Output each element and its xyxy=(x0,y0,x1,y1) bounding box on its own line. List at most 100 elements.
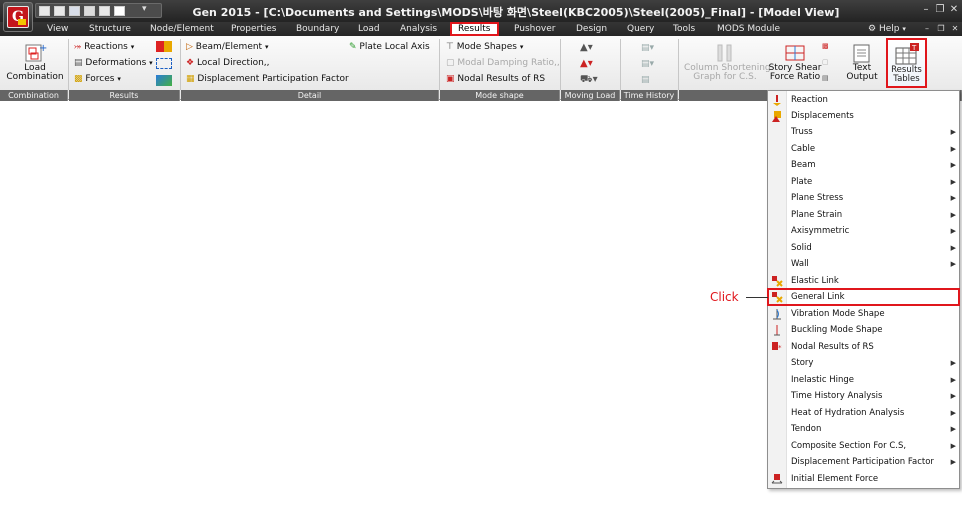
menu-item-truss[interactable]: Truss ▶ xyxy=(768,124,959,140)
menu-item-beam[interactable]: Beam ▶ xyxy=(768,157,959,173)
deformations-button[interactable]: ▤ Deformations ▾ xyxy=(74,58,153,69)
nodal-rs-ribbon-icon: ▣ xyxy=(446,74,455,84)
menu-item-heat-of-hydration-analysis[interactable]: Heat of Hydration Analysis ▶ xyxy=(768,405,959,421)
menu-item-displacement-participation-factor[interactable]: Displacement Participation Factor ▶ xyxy=(768,454,959,470)
menu-item-displacements[interactable]: Displacements xyxy=(768,108,959,124)
menu-mods-module[interactable]: MODS Module xyxy=(717,23,780,35)
text-output-icon xyxy=(853,44,870,63)
menu-results[interactable]: Results xyxy=(450,22,499,36)
menu-properties[interactable]: Properties xyxy=(231,23,276,35)
menu-item-plane-stress[interactable]: Plane Stress ▶ xyxy=(768,190,959,206)
menu-item-label: Wall xyxy=(791,259,809,269)
help-menu[interactable]: ⚙ Help ▾ xyxy=(868,23,906,35)
moving-load-vehicle-icon[interactable]: ⛟▾ xyxy=(580,74,598,85)
menu-tools[interactable]: Tools xyxy=(673,23,695,35)
misc-small-icon-3[interactable]: ▤ xyxy=(822,74,834,85)
menu-item-nodal-results-of-rs[interactable]: * Nodal Results of RS xyxy=(768,339,959,355)
menu-item-plate[interactable]: Plate ▶ xyxy=(768,174,959,190)
dropdown-icon[interactable]: ▾ xyxy=(142,4,147,14)
menu-item-composite-section[interactable]: Composite Section For C.S, ▶ xyxy=(768,438,959,454)
column-shortening-button[interactable]: Column Shortening Graph for C.S. xyxy=(684,42,771,88)
menu-item-label: Plate xyxy=(791,177,813,187)
doc-minimize-icon[interactable]: – xyxy=(922,24,932,34)
beam-diagrams-icon[interactable] xyxy=(156,58,172,69)
reactions-button[interactable]: ⤖ Reactions ▾ xyxy=(74,42,134,53)
app-logo[interactable]: G xyxy=(3,2,33,32)
deformations-label: Deformations xyxy=(85,58,147,68)
menu-item-solid[interactable]: Solid ▶ xyxy=(768,240,959,256)
menu-item-reaction[interactable]: Reaction xyxy=(768,92,959,108)
load-combination-icon: + xyxy=(25,43,47,62)
contour-icon[interactable] xyxy=(156,75,172,86)
story-shear-force-ratio-button[interactable]: Story Shear Force Ratio xyxy=(768,42,822,88)
moving-load-influence-icon[interactable]: ▲▾ xyxy=(580,58,598,69)
menu-item-general-link[interactable]: General Link xyxy=(767,288,960,306)
menu-item-inelastic-hinge[interactable]: Inelastic Hinge ▶ xyxy=(768,372,959,388)
nodal-results-of-rs-button[interactable]: ▣ Nodal Results of RS xyxy=(446,74,545,85)
menu-item-label: Reaction xyxy=(791,95,828,105)
mode-shapes-button[interactable]: ⊤ Mode Shapes ▾ xyxy=(446,42,523,53)
menu-item-wall[interactable]: Wall ▶ xyxy=(768,256,959,272)
modal-damping-ratio-button[interactable]: ▢ Modal Damping Ratio,, xyxy=(446,58,560,69)
elastic-link-icon xyxy=(771,275,783,287)
submenu-arrow-icon: ▶ xyxy=(950,194,956,202)
menu-item-buckling-mode-shape[interactable]: Buckling Mode Shape xyxy=(768,322,959,338)
page-icon[interactable] xyxy=(114,6,125,16)
menu-item-vibration-mode-shape[interactable]: Vibration Mode Shape xyxy=(768,306,959,322)
menu-item-label: Initial Element Force xyxy=(791,474,879,484)
menu-item-plane-strain[interactable]: Plane Strain ▶ xyxy=(768,207,959,223)
print-icon[interactable] xyxy=(84,6,95,16)
open-icon[interactable] xyxy=(39,6,50,16)
title-bar: ▾ Gen 2015 - [C:\Documents and Settings\… xyxy=(0,0,962,22)
close-icon[interactable]: ✕ xyxy=(949,5,959,15)
save-icon[interactable] xyxy=(69,6,80,16)
menu-item-tendon[interactable]: Tendon ▶ xyxy=(768,421,959,437)
svg-text:T: T xyxy=(911,44,917,52)
local-direction-button[interactable]: ❖ Local Direction,, xyxy=(186,58,270,69)
menu-node-element[interactable]: Node/Element xyxy=(150,23,214,35)
doc-restore-icon[interactable]: ❐ xyxy=(936,24,946,34)
time-history-function-icon[interactable]: ▤ xyxy=(641,75,659,85)
menu-item-label: General Link xyxy=(791,292,845,302)
minimize-icon[interactable]: – xyxy=(921,5,931,15)
print-preview-icon[interactable] xyxy=(99,6,110,16)
stresses-icon[interactable] xyxy=(156,41,172,52)
menu-pushover[interactable]: Pushover xyxy=(514,23,555,35)
menu-view[interactable]: View xyxy=(47,23,68,35)
misc-small-icon-2[interactable]: ▢ xyxy=(822,58,834,69)
menu-query[interactable]: Query xyxy=(627,23,654,35)
menu-boundary[interactable]: Boundary xyxy=(296,23,339,35)
new-icon[interactable] xyxy=(54,6,65,16)
menu-item-cable[interactable]: Cable ▶ xyxy=(768,141,959,157)
text-output-button[interactable]: Text Output xyxy=(843,42,881,88)
caret-icon: ▾ xyxy=(130,43,135,51)
time-history-text-icon[interactable]: ▤▾ xyxy=(641,59,659,69)
menu-item-elastic-link[interactable]: Elastic Link xyxy=(768,273,959,289)
load-combination-button[interactable]: + Load Combination xyxy=(4,42,66,86)
menu-item-time-history-analysis[interactable]: Time History Analysis ▶ xyxy=(768,388,959,404)
displacement-pf-label: Displacement Participation Factor xyxy=(197,74,349,84)
menu-structure[interactable]: Structure xyxy=(89,23,131,35)
menu-item-label: Tendon xyxy=(791,424,822,434)
menu-item-story[interactable]: Story ▶ xyxy=(768,355,959,371)
time-history-graph-icon[interactable]: ▤▾ xyxy=(641,43,659,53)
menu-item-initial-element-force[interactable]: Initial Element Force xyxy=(768,471,959,487)
doc-close-icon[interactable]: ✕ xyxy=(950,24,960,34)
menu-item-axisymmetric[interactable]: Axisymmetric ▶ xyxy=(768,223,959,239)
results-tables-button[interactable]: T Results Tables xyxy=(886,38,927,88)
menu-item-label: Cable xyxy=(791,144,816,154)
misc-small-icon-1[interactable]: ▩ xyxy=(822,42,834,53)
menu-design[interactable]: Design xyxy=(576,23,607,35)
restore-icon[interactable]: ❐ xyxy=(935,5,945,15)
beam-element-button[interactable]: ▷ Beam/Element ▾ xyxy=(186,42,268,53)
menu-analysis[interactable]: Analysis xyxy=(400,23,437,35)
submenu-arrow-icon: ▶ xyxy=(950,128,956,136)
displacement-participation-factor-button[interactable]: ▦ Displacement Participation Factor xyxy=(186,74,349,85)
forces-label: Forces xyxy=(85,74,115,84)
plate-local-axis-button[interactable]: ✎ Plate Local Axis xyxy=(349,42,430,53)
menu-item-label: Displacement Participation Factor xyxy=(791,457,934,467)
menu-load[interactable]: Load xyxy=(358,23,380,35)
forces-button[interactable]: ▩ Forces ▾ xyxy=(74,74,121,85)
moving-load-tracer-icon[interactable]: ▲▾ xyxy=(580,42,598,53)
forces-icon: ▩ xyxy=(74,74,83,84)
